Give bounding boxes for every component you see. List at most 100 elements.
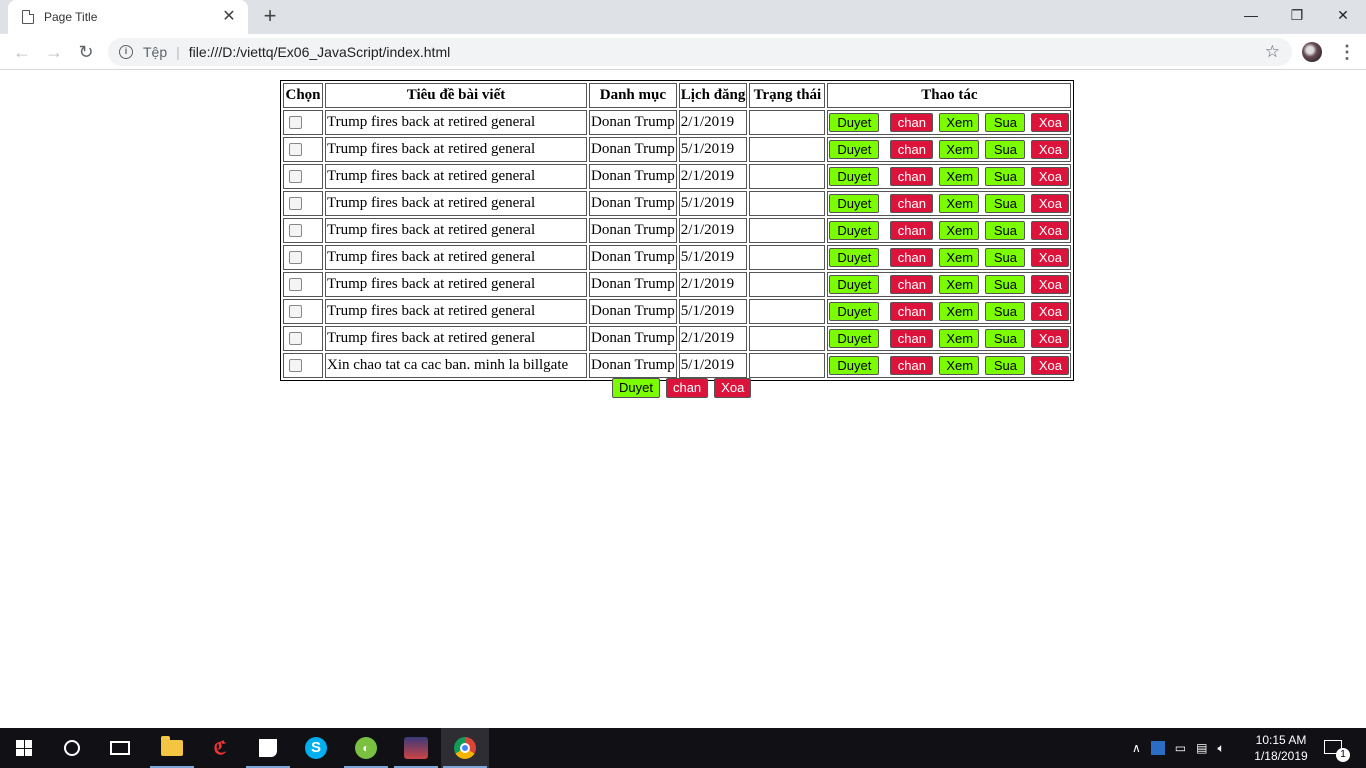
edit-button[interactable]: Sua <box>985 194 1026 213</box>
edit-button[interactable]: Sua <box>985 167 1026 186</box>
volume-icon[interactable]: 🔈︎ <box>1217 741 1224 756</box>
approve-button[interactable]: Duyet <box>829 302 880 321</box>
approve-button[interactable]: Duyet <box>829 248 880 267</box>
table-row: Trump fires back at retired general Donan… <box>283 218 1072 243</box>
view-button[interactable]: Xem <box>939 302 980 321</box>
approve-button[interactable]: Duyet <box>829 275 880 294</box>
bulk-block-button[interactable]: chan <box>665 378 709 398</box>
edit-button[interactable]: Sua <box>985 221 1026 240</box>
block-button[interactable]: chan <box>890 302 934 321</box>
battery-icon[interactable]: ▭ <box>1175 741 1186 755</box>
delete-button[interactable]: Xoa <box>1031 113 1070 132</box>
edit-button[interactable]: Sua <box>985 113 1026 132</box>
view-button[interactable]: Xem <box>939 356 980 375</box>
view-button[interactable]: Xem <box>939 248 980 267</box>
skype-button[interactable]: S <box>292 728 340 768</box>
block-button[interactable]: chan <box>890 113 934 132</box>
delete-button[interactable]: Xoa <box>1031 302 1070 321</box>
row-checkbox[interactable] <box>289 278 302 292</box>
task-view-button[interactable] <box>96 728 144 768</box>
minimize-button[interactable]: — <box>1228 0 1274 30</box>
row-checkbox[interactable] <box>289 197 302 211</box>
row-checkbox[interactable] <box>289 143 302 157</box>
approve-button[interactable]: Duyet <box>829 140 880 159</box>
bulk-approve-button[interactable]: Duyet <box>612 378 660 398</box>
bulk-delete-button[interactable]: Xoa <box>714 378 752 398</box>
approve-button[interactable]: Duyet <box>829 356 880 375</box>
view-button[interactable]: Xem <box>939 275 980 294</box>
row-checkbox[interactable] <box>289 332 302 346</box>
file-explorer-button[interactable] <box>148 728 196 768</box>
delete-button[interactable]: Xoa <box>1031 275 1070 294</box>
approve-button[interactable]: Duyet <box>829 221 880 240</box>
game-button[interactable] <box>392 728 440 768</box>
taskbar-clock[interactable]: 10:15 AM 1/18/2019 <box>1250 732 1312 764</box>
block-button[interactable]: chan <box>890 221 934 240</box>
row-checkbox[interactable] <box>289 116 302 130</box>
approve-button[interactable]: Duyet <box>829 113 880 132</box>
approve-button[interactable]: Duyet <box>829 194 880 213</box>
view-button[interactable]: Xem <box>939 329 980 348</box>
address-bar[interactable]: i Tệp | file:///D:/viettq/Ex06_JavaScrip… <box>108 38 1292 66</box>
forward-button[interactable]: → <box>42 40 66 64</box>
edit-button[interactable]: Sua <box>985 356 1026 375</box>
edit-button[interactable]: Sua <box>985 302 1026 321</box>
app-tray-icon[interactable] <box>1150 741 1165 755</box>
restore-button[interactable]: ❐ <box>1274 0 1320 30</box>
sticky-notes-button[interactable] <box>244 728 292 768</box>
row-checkbox[interactable] <box>289 251 302 265</box>
coc-coc-button[interactable]: ◐ <box>342 728 390 768</box>
block-button[interactable]: chan <box>890 356 934 375</box>
delete-button[interactable]: Xoa <box>1031 194 1070 213</box>
close-window-button[interactable]: ✕ <box>1320 0 1366 30</box>
search-button[interactable] <box>48 728 96 768</box>
block-button[interactable]: chan <box>890 275 934 294</box>
block-button[interactable]: chan <box>890 167 934 186</box>
back-button[interactable]: ← <box>10 40 34 64</box>
tab-title: Page Title <box>44 10 98 24</box>
view-button[interactable]: Xem <box>939 221 980 240</box>
delete-button[interactable]: Xoa <box>1031 356 1070 375</box>
garena-button[interactable]: ℭ <box>196 728 244 768</box>
chrome-button[interactable] <box>441 728 489 768</box>
category-cell: Donan Trump <box>589 272 677 297</box>
profile-avatar[interactable] <box>1302 42 1322 62</box>
view-button[interactable]: Xem <box>939 167 980 186</box>
browser-menu-icon[interactable]: ⋮ <box>1338 42 1356 62</box>
block-button[interactable]: chan <box>890 248 934 267</box>
block-button[interactable]: chan <box>890 140 934 159</box>
row-checkbox[interactable] <box>289 359 302 373</box>
row-checkbox[interactable] <box>289 170 302 184</box>
view-button[interactable]: Xem <box>939 194 980 213</box>
edit-button[interactable]: Sua <box>985 140 1026 159</box>
table-row: Xin chao tat ca cac ban. minh la billgat… <box>283 353 1072 378</box>
new-tab-button[interactable]: + <box>258 5 282 29</box>
edit-button[interactable]: Sua <box>985 248 1026 267</box>
delete-button[interactable]: Xoa <box>1031 140 1070 159</box>
view-button[interactable]: Xem <box>939 113 980 132</box>
edit-button[interactable]: Sua <box>985 329 1026 348</box>
approve-button[interactable]: Duyet <box>829 329 880 348</box>
tab-close-icon[interactable]: ✕ <box>220 8 238 26</box>
delete-button[interactable]: Xoa <box>1031 329 1070 348</box>
bookmark-star-icon[interactable]: ☆ <box>1265 42 1280 62</box>
url-text[interactable]: file:///D:/viettq/Ex06_JavaScript/index.… <box>189 44 450 60</box>
block-button[interactable]: chan <box>890 194 934 213</box>
delete-button[interactable]: Xoa <box>1031 221 1070 240</box>
browser-tab[interactable]: Page Title ✕ <box>8 0 248 34</box>
chevron-up-icon[interactable]: ∧ <box>1132 741 1141 755</box>
start-button[interactable] <box>0 728 48 768</box>
header-select: Chọn <box>283 83 323 108</box>
row-checkbox[interactable] <box>289 305 302 319</box>
network-icon[interactable]: ▤ <box>1196 741 1207 755</box>
approve-button[interactable]: Duyet <box>829 167 880 186</box>
edit-button[interactable]: Sua <box>985 275 1026 294</box>
row-checkbox[interactable] <box>289 224 302 238</box>
delete-button[interactable]: Xoa <box>1031 167 1070 186</box>
view-button[interactable]: Xem <box>939 140 980 159</box>
block-button[interactable]: chan <box>890 329 934 348</box>
schedule-cell: 2/1/2019 <box>678 164 748 189</box>
info-icon[interactable]: i <box>119 45 133 59</box>
reload-button[interactable]: ↻ <box>74 40 98 64</box>
delete-button[interactable]: Xoa <box>1031 248 1070 267</box>
